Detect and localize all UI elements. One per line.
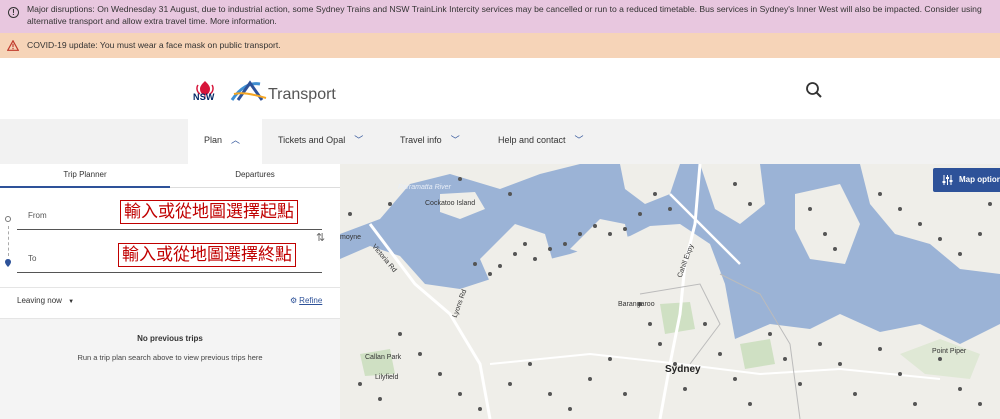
nav-tickets-label: Tickets and Opal bbox=[278, 135, 346, 145]
map-options-label: Map options bbox=[959, 175, 1000, 184]
leaving-label: Leaving now bbox=[17, 296, 62, 305]
transport-logo-icon[interactable] bbox=[230, 78, 270, 104]
nav-help-label: Help and contact bbox=[498, 135, 566, 145]
map-options-button[interactable]: Map options bbox=[933, 168, 1000, 192]
no-trips-title: No previous trips bbox=[137, 334, 203, 343]
nav-help-and-contact[interactable]: Help and contact ﹀ bbox=[498, 119, 584, 164]
map-label-barangaroo: Barangaroo bbox=[618, 301, 655, 308]
map-label-sydney: Sydney bbox=[665, 364, 701, 375]
sliders-icon: ⚙ bbox=[290, 296, 298, 305]
map-label-point-piper: Point Piper bbox=[932, 348, 967, 355]
tab-departures[interactable]: Departures bbox=[170, 164, 340, 188]
caret-down-icon: ▼ bbox=[68, 299, 75, 305]
to-annotation: 輸入或從地圖選擇終點 bbox=[118, 243, 296, 267]
nav-travel-label: Travel info bbox=[400, 135, 442, 145]
chevron-down-icon: ﹀ bbox=[574, 135, 584, 145]
info-icon: ! bbox=[8, 7, 19, 18]
map-label-callan-park: Callan Park bbox=[365, 354, 402, 361]
covid-alert: COVID-19 update: You must wear a face ma… bbox=[0, 33, 1000, 58]
planner-tabs: Trip Planner Departures bbox=[0, 164, 340, 188]
refine-link[interactable]: ⚙ Refine bbox=[290, 296, 322, 305]
chevron-up-icon: ︿ bbox=[231, 135, 241, 145]
nav-plan-label: Plan bbox=[204, 135, 223, 145]
divider bbox=[0, 287, 340, 288]
trip-planner-panel: Trip Planner Departures From To ⇅ 輸入或從地圖… bbox=[0, 164, 340, 419]
covid-alert-text: COVID-19 update: You must wear a face ma… bbox=[27, 40, 281, 50]
tab-trip-planner[interactable]: Trip Planner bbox=[0, 164, 170, 188]
warning-icon bbox=[7, 40, 19, 51]
destination-pin-icon bbox=[5, 259, 11, 267]
chevron-down-icon: ﹀ bbox=[354, 135, 364, 145]
major-alert-text: Major disruptions: On Wednesday 31 Augus… bbox=[27, 4, 982, 26]
route-rail bbox=[7, 226, 9, 256]
transport-brand: Transport bbox=[268, 86, 336, 103]
from-annotation: 輸入或從地圖選擇起點 bbox=[120, 200, 298, 224]
map-label-lilyfield: Lilyfield bbox=[375, 374, 399, 381]
site-header: NSW Transport bbox=[0, 58, 1000, 119]
search-icon[interactable] bbox=[805, 81, 823, 99]
swap-direction-icon[interactable]: ⇅ bbox=[316, 231, 325, 244]
nav-travel-info[interactable]: Travel info ﹀ bbox=[400, 119, 460, 164]
nsw-label: NSW bbox=[193, 92, 215, 102]
map-label-cockatoo-island: Cockatoo Island bbox=[425, 200, 476, 207]
chevron-down-icon: ﹀ bbox=[450, 135, 460, 145]
origin-marker-icon bbox=[5, 216, 11, 222]
major-disruption-alert: ! Major disruptions: On Wednesday 31 Aug… bbox=[0, 0, 1000, 33]
refine-label: Refine bbox=[299, 296, 323, 305]
main-navigation: Plan ︿ Tickets and Opal ﹀ Travel info ﹀ Hel… bbox=[0, 119, 1000, 164]
leaving-time-dropdown[interactable]: Leaving now ▼ bbox=[17, 296, 74, 305]
nav-plan[interactable]: Plan ︿ bbox=[188, 119, 262, 164]
no-trips-subtitle: Run a trip plan search above to view pre… bbox=[77, 353, 263, 362]
map-label-moyne: moyne bbox=[340, 234, 362, 241]
map-view[interactable]: Cockatoo Island Parramatta River moyne V… bbox=[340, 164, 1000, 419]
nav-tickets-and-opal[interactable]: Tickets and Opal ﹀ bbox=[278, 119, 363, 164]
map-label-parramatta-river: Parramatta River bbox=[398, 184, 451, 191]
sliders-icon bbox=[942, 175, 953, 185]
